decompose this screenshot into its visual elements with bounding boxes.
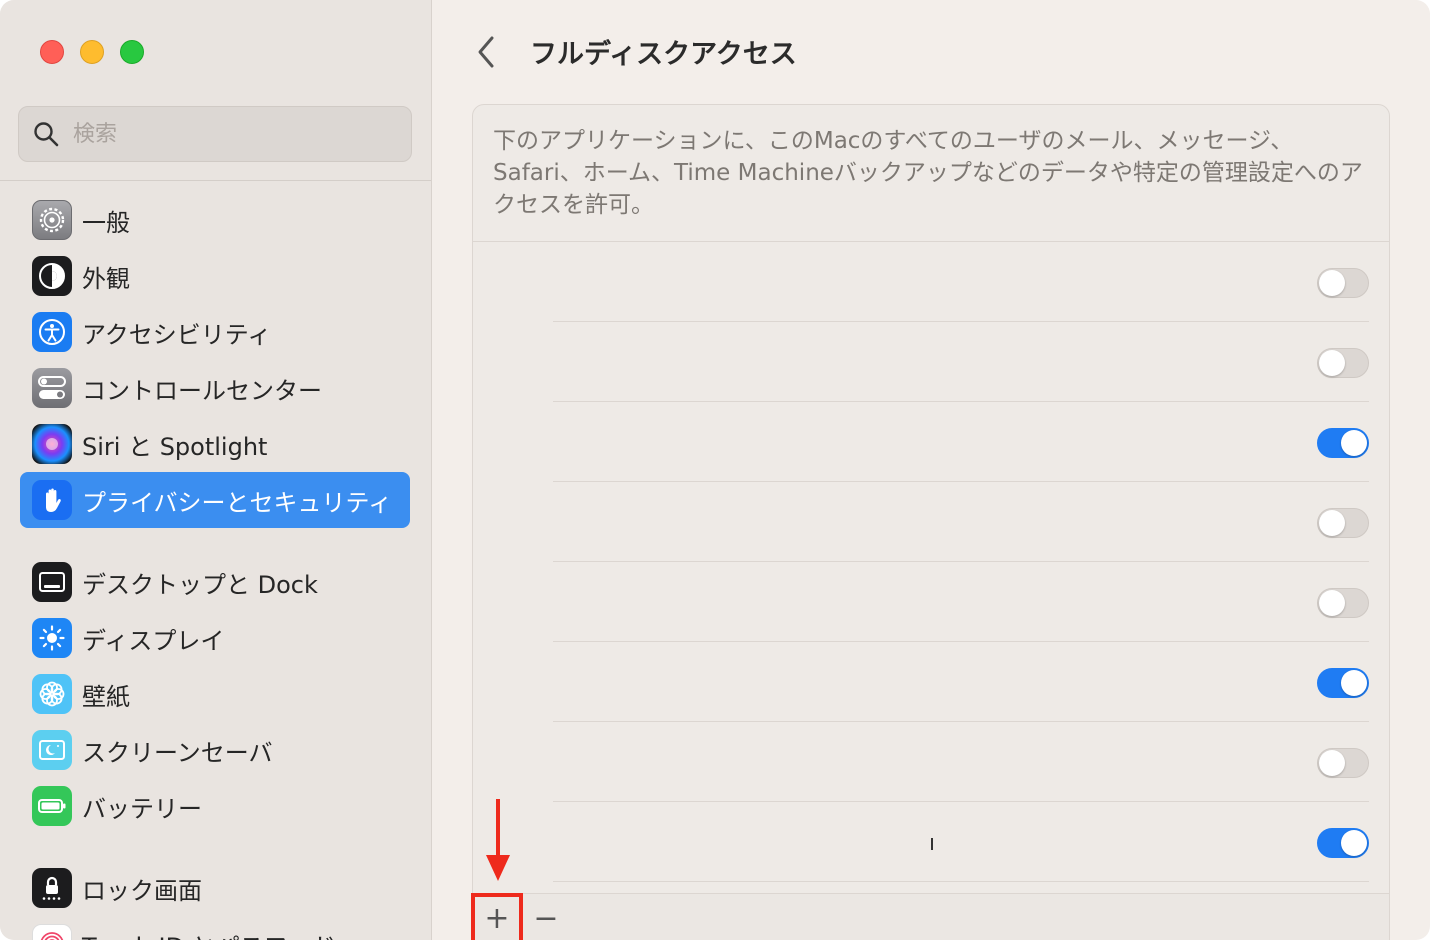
- sidebar-item-label: 壁紙: [82, 682, 130, 711]
- lock-icon: [32, 868, 72, 908]
- sidebar: 一般 外観 アクセシビリティ: [0, 0, 432, 940]
- main-content: フルディスクアクセス 下のアプリケーションに、このMacのすべてのユーザのメール…: [432, 0, 1430, 940]
- access-toggle[interactable]: [1317, 268, 1369, 298]
- search-input[interactable]: [71, 120, 375, 148]
- dock-icon: [32, 562, 72, 602]
- sidebar-item-privacy-security[interactable]: プライバシーとセキュリティ: [20, 472, 410, 528]
- row-divider: [553, 881, 1369, 882]
- app-list-row: [473, 402, 1389, 482]
- access-toggle[interactable]: [1317, 748, 1369, 778]
- toggle-knob: [1341, 430, 1367, 456]
- sidebar-item-label: Siri と Spotlight: [82, 432, 268, 461]
- toggle-knob: [1319, 270, 1345, 296]
- sidebar-item-wallpaper[interactable]: 壁紙: [20, 666, 410, 722]
- sidebar-item-label: バッテリー: [82, 794, 202, 823]
- hand-icon: [32, 480, 72, 520]
- sidebar-item-accessibility[interactable]: アクセシビリティ: [20, 304, 410, 360]
- sidebar-item-label: アクセシビリティ: [82, 320, 272, 349]
- sidebar-item-desktop-dock[interactable]: デスクトップと Dock: [20, 554, 410, 610]
- annotation-arrow: [486, 799, 510, 881]
- app-list-row: [473, 482, 1389, 562]
- sidebar-item-displays[interactable]: ディスプレイ: [20, 610, 410, 666]
- page-title: フルディスクアクセス: [530, 39, 797, 70]
- gear-icon: [32, 200, 72, 240]
- sidebar-divider: [0, 180, 431, 181]
- sidebar-item-appearance[interactable]: 外観: [20, 248, 410, 304]
- fingerprint-icon: [32, 924, 72, 940]
- toggle-knob: [1319, 350, 1345, 376]
- sidebar-item-label: デスクトップと Dock: [82, 570, 318, 599]
- sidebar-item-lock-screen[interactable]: ロック画面: [20, 860, 410, 916]
- sidebar-item-label: プライバシーとセキュリティ: [82, 488, 393, 517]
- settings-window: 一般 外観 アクセシビリティ: [0, 0, 1430, 940]
- toggle-knob: [1319, 750, 1345, 776]
- sidebar-item-label: ディスプレイ: [82, 626, 225, 655]
- appearance-icon: [32, 256, 72, 296]
- sidebar-item-label: 一般: [82, 208, 130, 237]
- annotation-highlight-box: [471, 893, 523, 940]
- zoom-button[interactable]: [120, 40, 144, 64]
- access-toggle[interactable]: [1317, 508, 1369, 538]
- battery-icon: [32, 786, 72, 826]
- accessibility-icon: [32, 312, 72, 352]
- sidebar-item-touch-id[interactable]: Touch ID とパスワード: [20, 916, 410, 940]
- close-button[interactable]: [40, 40, 64, 64]
- back-button[interactable]: [472, 34, 502, 70]
- sidebar-item-control-center[interactable]: コントロールセンター: [20, 360, 410, 416]
- sidebar-item-general[interactable]: 一般: [20, 192, 410, 248]
- access-toggle[interactable]: [1317, 348, 1369, 378]
- toggle-knob: [1341, 670, 1367, 696]
- siri-icon: [32, 424, 72, 464]
- app-list-row: [473, 562, 1389, 642]
- sidebar-item-label: スクリーンセーバ: [82, 738, 273, 767]
- app-list-row: [473, 802, 1389, 882]
- sidebar-item-label: Touch ID とパスワード: [82, 927, 336, 940]
- access-toggle[interactable]: [1317, 668, 1369, 698]
- sidebar-item-battery[interactable]: バッテリー: [20, 778, 410, 834]
- access-toggle[interactable]: [1317, 828, 1369, 858]
- sidebar-item-label: 外観: [82, 264, 130, 293]
- wallpaper-icon: [32, 674, 72, 714]
- minimize-button[interactable]: [80, 40, 104, 64]
- full-disk-access-panel: 下のアプリケーションに、このMacのすべてのユーザのメール、メッセージ、Safa…: [472, 104, 1390, 940]
- app-list-row: [473, 242, 1389, 322]
- app-list-row: [473, 722, 1389, 802]
- window-controls: [40, 40, 144, 64]
- sidebar-item-siri[interactable]: Siri と Spotlight: [20, 416, 410, 472]
- remove-app-button[interactable]: −: [526, 898, 566, 938]
- sidebar-item-label: コントロールセンター: [82, 376, 322, 405]
- display-icon: [32, 618, 72, 658]
- app-list-row: [473, 642, 1389, 722]
- cursor-mark: [931, 838, 933, 850]
- toggle-knob: [1319, 510, 1345, 536]
- screensaver-icon: [32, 730, 72, 770]
- sidebar-item-label: ロック画面: [82, 876, 202, 905]
- list-toolbar: + −: [473, 893, 1389, 940]
- search-icon: [34, 122, 59, 147]
- access-toggle[interactable]: [1317, 588, 1369, 618]
- app-list-row: [473, 322, 1389, 402]
- search-field[interactable]: [18, 106, 412, 162]
- control-center-icon: [32, 368, 72, 408]
- toggle-knob: [1341, 830, 1367, 856]
- toggle-knob: [1319, 590, 1345, 616]
- sidebar-item-screensaver[interactable]: スクリーンセーバ: [20, 722, 410, 778]
- access-toggle[interactable]: [1317, 428, 1369, 458]
- panel-description: 下のアプリケーションに、このMacのすべてのユーザのメール、メッセージ、Safa…: [493, 128, 1363, 218]
- chevron-left-icon: [478, 36, 494, 68]
